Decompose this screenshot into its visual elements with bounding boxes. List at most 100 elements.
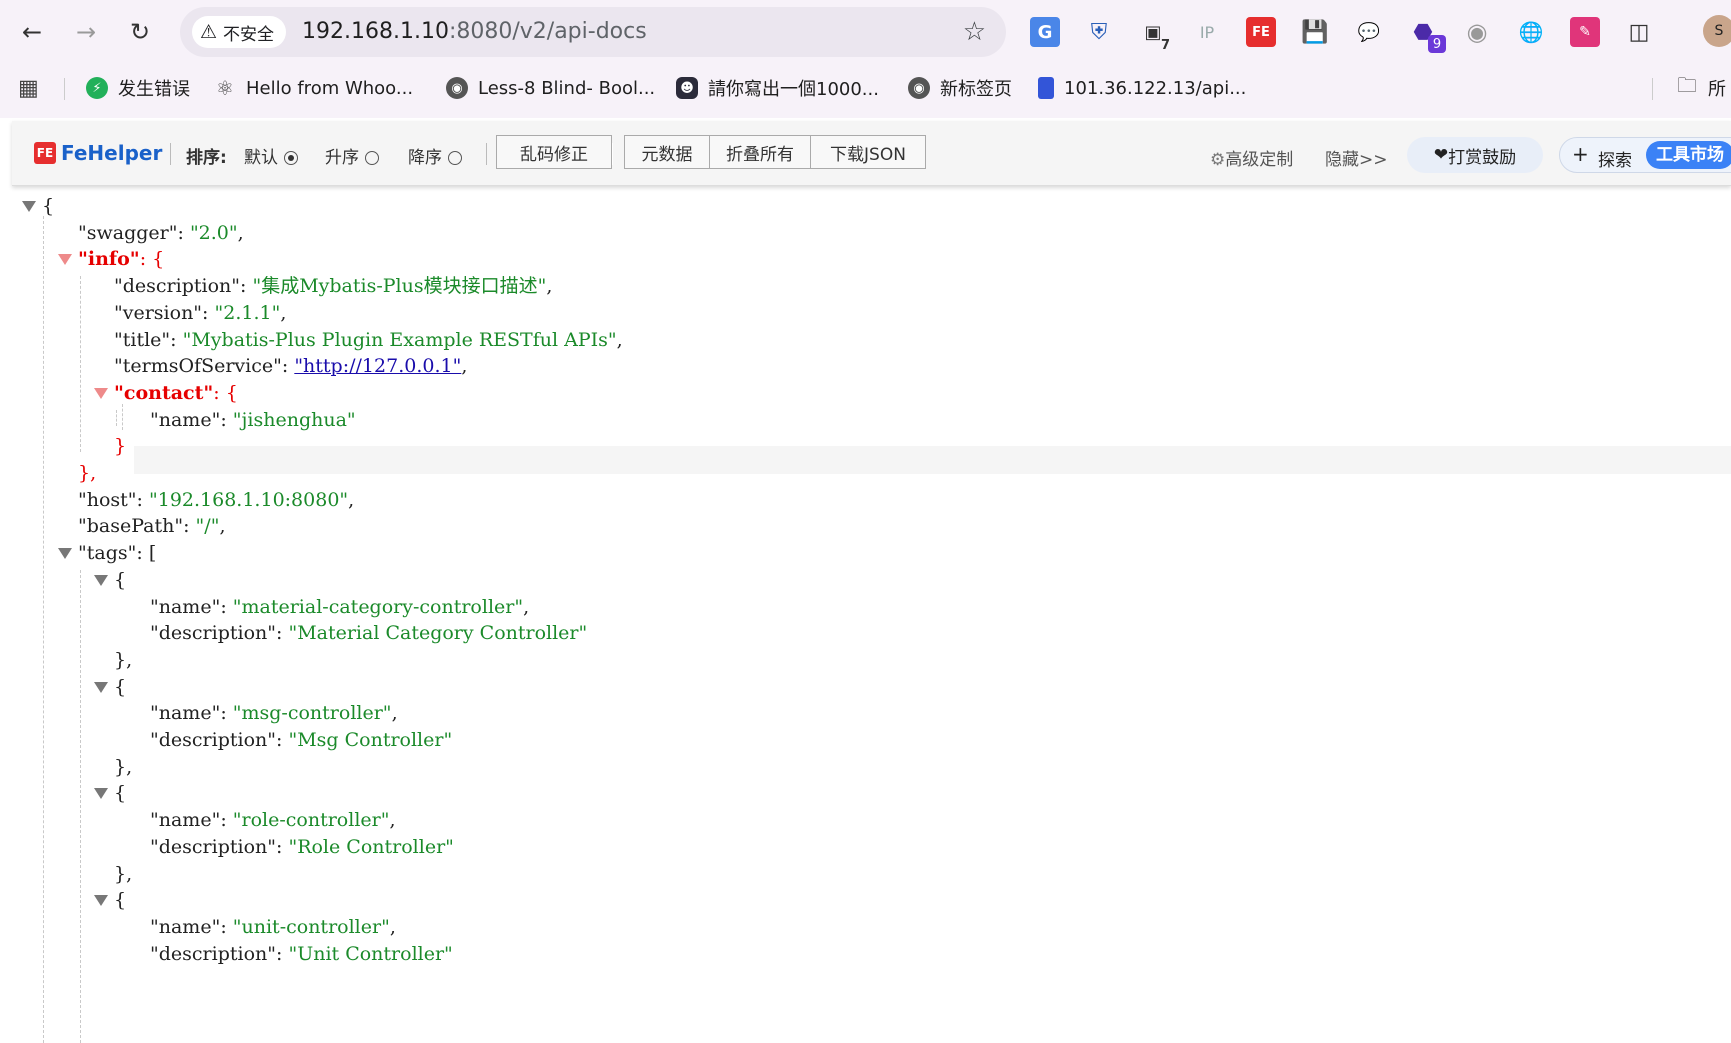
- fold-all-button[interactable]: 折叠所有: [709, 135, 811, 169]
- json-bracket[interactable]: {: [114, 889, 126, 911]
- json-bracket[interactable]: [: [149, 542, 156, 564]
- json-bracket[interactable]: {: [226, 382, 238, 404]
- json-colon: :: [220, 595, 233, 618]
- json-comma: ,: [219, 515, 226, 538]
- profile-avatar[interactable]: S: [1703, 15, 1731, 47]
- json-line-tags: "tags": [: [78, 539, 156, 567]
- bookmark-label: Less-8 Blind- Bool...: [478, 77, 656, 99]
- json-bracket-line: },: [114, 753, 132, 781]
- metadata-button[interactable]: 元数据: [624, 135, 710, 169]
- bookmarks-divider: [64, 78, 65, 100]
- download-json-button[interactable]: 下载JSON: [810, 135, 926, 169]
- ip-extension-icon[interactable]: IP: [1192, 17, 1222, 47]
- json-colon: :: [136, 488, 149, 511]
- json-colon: :: [276, 942, 289, 965]
- forward-arrow-icon[interactable]: →: [68, 14, 104, 50]
- sort-asc-radio[interactable]: 升序: [325, 143, 379, 168]
- json-line-title: "title": "Mybatis-Plus Plugin Example RE…: [114, 326, 623, 354]
- collapse-triangle-icon[interactable]: [22, 201, 36, 212]
- back-arrow-icon[interactable]: ←: [14, 14, 50, 50]
- reload-icon[interactable]: ↻: [122, 14, 158, 50]
- json-url-value[interactable]: "http://127.0.0.1": [294, 355, 461, 377]
- json-key: "description": [150, 622, 276, 645]
- globe-extension-icon[interactable]: 🌐: [1516, 17, 1546, 47]
- indent-guide: [116, 410, 117, 426]
- indent-guide: [80, 570, 81, 1043]
- bookmark-item[interactable]: 101.36.122.13/api...: [1038, 74, 1246, 102]
- json-colon: :: [240, 275, 253, 298]
- url-text[interactable]: 192.168.1.10:8080/v2/api-docs: [302, 19, 647, 44]
- warning-triangle-icon: ⚠: [200, 21, 218, 43]
- tool-market-button[interactable]: 工具市场: [1646, 141, 1731, 169]
- hide-toolbar-link[interactable]: 隐藏>>: [1325, 145, 1388, 170]
- extensions-puzzle-icon[interactable]: ◫: [1624, 17, 1654, 47]
- json-key: "name": [150, 595, 221, 618]
- hexagon-extension-icon[interactable]: ⬣ 9: [1408, 17, 1446, 53]
- document-icon: [1038, 77, 1054, 99]
- circle-extension-icon[interactable]: ◉: [1462, 17, 1492, 47]
- bookmarks-bar: ▦ ⚡ 发生错误 ⚛ Hello from Whoo... ◉ Less-8 Blin…: [0, 66, 1731, 110]
- json-key: "contact": [114, 381, 214, 404]
- json-comma: ,: [616, 328, 623, 351]
- collapse-triangle-icon[interactable]: [94, 788, 108, 800]
- explore-button[interactable]: + 探索 工具市场: [1559, 137, 1731, 173]
- collapse-triangle-icon[interactable]: [94, 681, 108, 693]
- sort-desc-radio[interactable]: 降序: [408, 143, 462, 168]
- json-bracket-line: {: [114, 673, 126, 701]
- json-bracket[interactable]: {: [152, 248, 164, 270]
- json-string-value: "jishenghua": [232, 408, 356, 431]
- fix-encoding-button[interactable]: 乱码修正: [496, 135, 612, 169]
- apps-grid-icon[interactable]: ▦: [18, 74, 39, 102]
- save-disk-icon[interactable]: 💾: [1300, 17, 1330, 47]
- json-string-value: "2.1.1": [214, 301, 281, 324]
- json-key: "name": [150, 702, 221, 725]
- sort-default-radio[interactable]: 默认: [244, 143, 298, 168]
- bookmark-item[interactable]: ⚡ 发生错误: [86, 74, 190, 102]
- shield-icon[interactable]: ⛨: [1084, 17, 1114, 47]
- indent-guide: [80, 276, 81, 452]
- globe-icon: ◉: [446, 77, 468, 99]
- color-picker-extension-icon[interactable]: ✎: [1570, 17, 1600, 47]
- json-line-version: "version": "2.1.1",: [114, 299, 286, 327]
- advanced-label: 高级定制: [1225, 150, 1294, 170]
- json-bracket-line: },: [114, 860, 132, 888]
- collapse-triangle-icon[interactable]: [58, 254, 72, 266]
- json-colon: :: [213, 381, 226, 404]
- google-translate-icon[interactable]: G: [1030, 17, 1060, 47]
- fehelper-extension-icon[interactable]: FE: [1246, 17, 1276, 47]
- bookmark-item[interactable]: ☻ 請你寫出一個1000...: [676, 74, 879, 102]
- json-string-value: "msg-controller": [232, 702, 392, 725]
- bookmark-folder[interactable]: 🗀 所: [1676, 73, 1726, 102]
- bookmark-item[interactable]: ◉ 新标签页: [908, 74, 1012, 102]
- collapse-triangle-icon[interactable]: [58, 548, 72, 560]
- collapse-triangle-icon[interactable]: [94, 895, 108, 907]
- screenshot-extension-icon[interactable]: ▣ 7: [1138, 17, 1170, 54]
- security-chip[interactable]: ⚠ 不安全: [192, 16, 287, 48]
- bookmarks-divider: [1652, 78, 1653, 100]
- json-comma: ,: [348, 488, 355, 511]
- chat-bubble-icon[interactable]: 💬: [1354, 17, 1384, 47]
- collapse-triangle-icon[interactable]: [94, 387, 108, 399]
- bookmark-item[interactable]: ⚛ Hello from Whoo...: [214, 74, 413, 102]
- json-line-description: "description": "Msg Controller": [150, 726, 452, 754]
- json-bracket[interactable]: {: [114, 569, 126, 591]
- json-bracket-line: {: [114, 886, 126, 914]
- json-bracket[interactable]: {: [114, 676, 126, 698]
- json-bracket[interactable]: {: [114, 782, 126, 804]
- address-bar[interactable]: ⚠ 不安全 192.168.1.10:8080/v2/api-docs ☆: [180, 7, 1006, 57]
- donate-button[interactable]: ❤ 打赏鼓励: [1407, 137, 1543, 173]
- json-key: "swagger": [78, 221, 178, 244]
- json-key: "name": [150, 915, 221, 938]
- json-bracket[interactable]: {: [42, 195, 54, 217]
- fehelper-logo[interactable]: FE FeHelper: [34, 141, 162, 165]
- json-key: "name": [150, 408, 221, 431]
- bookmark-item[interactable]: ◉ Less-8 Blind- Bool...: [446, 74, 655, 102]
- indent-guide: [122, 404, 123, 430]
- json-colon: :: [276, 729, 289, 751]
- bookmark-star-icon[interactable]: ☆: [963, 17, 986, 47]
- advanced-settings-link[interactable]: ⚙高级定制: [1210, 145, 1293, 170]
- json-comma: ,: [523, 595, 530, 618]
- json-colon: :: [220, 809, 233, 832]
- json-bracket-line: },: [114, 646, 132, 674]
- collapse-triangle-icon[interactable]: [94, 574, 108, 586]
